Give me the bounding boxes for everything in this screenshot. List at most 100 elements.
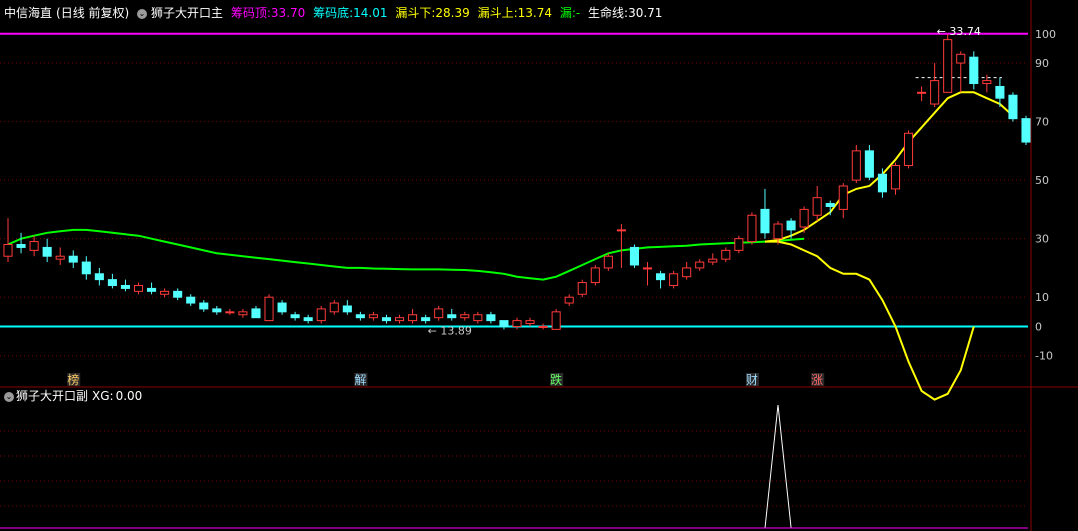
- chip-top-value: 33.70: [270, 6, 306, 20]
- candle-body[interactable]: [16, 244, 26, 248]
- candle-body[interactable]: [329, 302, 339, 313]
- candle-body[interactable]: [525, 320, 535, 325]
- funnel-down-label: 漏斗下:: [395, 6, 436, 20]
- candle-body[interactable]: [355, 314, 365, 319]
- candle-body[interactable]: [512, 320, 522, 327]
- xg-label: XG:: [92, 389, 114, 403]
- candle-body[interactable]: [564, 296, 574, 304]
- candle-body[interactable]: [447, 314, 457, 319]
- candle-body[interactable]: [264, 296, 274, 322]
- funnel-up-value: 13.74: [517, 6, 552, 20]
- candle-body[interactable]: [303, 317, 313, 322]
- sub-indicator-name[interactable]: 狮子大开口副: [16, 389, 88, 403]
- candle-body[interactable]: [225, 311, 235, 314]
- candle-body[interactable]: [877, 173, 887, 193]
- candle-body[interactable]: [277, 302, 287, 313]
- candle-body[interactable]: [930, 80, 940, 105]
- candle-body[interactable]: [199, 302, 209, 310]
- candle-body[interactable]: [616, 229, 626, 232]
- candle-body[interactable]: [107, 279, 117, 286]
- marker-label: 涨: [811, 372, 823, 387]
- low-annotation: ← 13.89: [428, 324, 472, 337]
- candle-body[interactable]: [486, 314, 496, 322]
- candle-body[interactable]: [55, 255, 65, 260]
- candle-body[interactable]: [42, 246, 52, 257]
- candle-body[interactable]: [212, 308, 222, 313]
- candle-body[interactable]: [408, 314, 418, 322]
- candle-body[interactable]: [786, 220, 796, 231]
- candle-body[interactable]: [656, 273, 666, 281]
- candle-body[interactable]: [238, 311, 248, 316]
- candle-body[interactable]: [734, 238, 744, 251]
- candle-body[interactable]: [499, 320, 509, 327]
- candle-body[interactable]: [1021, 118, 1031, 143]
- sub-toggle-icon[interactable]: ⌄: [4, 391, 14, 402]
- candle-body[interactable]: [251, 308, 261, 319]
- candle-body[interactable]: [982, 80, 992, 85]
- main-chart: 10090705030100-10← 33.74← 13.89榜解跌财涨: [0, 0, 1078, 531]
- candle-body[interactable]: [695, 261, 705, 269]
- candle-body[interactable]: [773, 223, 783, 240]
- period-label[interactable]: (日线 前复权): [56, 6, 129, 20]
- life-line-label: 生命线:: [588, 6, 629, 20]
- candle-body[interactable]: [1008, 94, 1018, 120]
- candle-body[interactable]: [825, 203, 835, 207]
- chart-stage: 100 90 70 50 30 10 0 -10 ← 33.74 ← 13.89 榜解跌财涨 中信海…: [0, 0, 1078, 531]
- candle-body[interactable]: [812, 197, 822, 216]
- candle-body[interactable]: [3, 244, 13, 257]
- sub-header: ⌄ 狮子大开口副 XG: 0.00: [4, 388, 142, 404]
- candle-body[interactable]: [682, 267, 692, 278]
- candle-body[interactable]: [629, 246, 640, 266]
- candle-body[interactable]: [120, 284, 131, 289]
- candle-body[interactable]: [434, 308, 444, 319]
- candle-body[interactable]: [708, 258, 718, 263]
- candle-body[interactable]: [956, 53, 966, 64]
- candle-body[interactable]: [94, 273, 104, 281]
- main-indicator-name[interactable]: 狮子大开口主: [151, 6, 223, 20]
- candle-body[interactable]: [747, 214, 757, 243]
- candle-body[interactable]: [917, 91, 927, 94]
- candle-body[interactable]: [173, 290, 183, 298]
- candle-body[interactable]: [903, 132, 914, 166]
- marker-label: 榜: [67, 372, 79, 387]
- candle-body[interactable]: [642, 267, 653, 270]
- candle-body[interactable]: [160, 290, 170, 295]
- candle-body[interactable]: [721, 249, 731, 260]
- y-tick-label: 70: [1035, 116, 1049, 129]
- candle-body[interactable]: [81, 261, 91, 275]
- candle-body[interactable]: [603, 255, 613, 269]
- stock-name[interactable]: 中信海直: [4, 6, 52, 20]
- candle-body[interactable]: [969, 56, 979, 85]
- candle-body[interactable]: [147, 287, 157, 292]
- indicator-toggle-icon[interactable]: ⌄: [137, 8, 148, 19]
- candle-body[interactable]: [290, 314, 300, 319]
- candle-body[interactable]: [669, 273, 679, 286]
- candle-body[interactable]: [186, 296, 196, 304]
- candle-body[interactable]: [29, 241, 39, 251]
- candle-body[interactable]: [799, 208, 809, 228]
- candle-body[interactable]: [394, 317, 405, 322]
- candle-body[interactable]: [995, 85, 1005, 99]
- yellow-lower-series: [765, 240, 975, 401]
- candle-body[interactable]: [760, 208, 770, 234]
- candle-body[interactable]: [316, 308, 326, 322]
- candle-body[interactable]: [538, 325, 548, 328]
- marker-label: 财: [746, 373, 758, 387]
- high-annotation: ← 33.74: [937, 25, 981, 38]
- candle-body[interactable]: [460, 314, 470, 319]
- candle-body[interactable]: [851, 150, 861, 181]
- candle-body[interactable]: [890, 164, 901, 190]
- candle-body[interactable]: [421, 317, 431, 322]
- candle-body[interactable]: [838, 185, 848, 210]
- candle-body[interactable]: [473, 314, 483, 322]
- candle-body[interactable]: [342, 305, 352, 313]
- candle-body[interactable]: [864, 150, 874, 178]
- candle-body[interactable]: [577, 282, 587, 295]
- candle-body[interactable]: [368, 314, 378, 319]
- candle-body[interactable]: [133, 284, 144, 292]
- candle-body[interactable]: [551, 311, 561, 330]
- candle-body[interactable]: [590, 267, 600, 284]
- candle-body[interactable]: [68, 255, 78, 263]
- candle-body[interactable]: [943, 39, 953, 93]
- candle-body[interactable]: [381, 317, 392, 322]
